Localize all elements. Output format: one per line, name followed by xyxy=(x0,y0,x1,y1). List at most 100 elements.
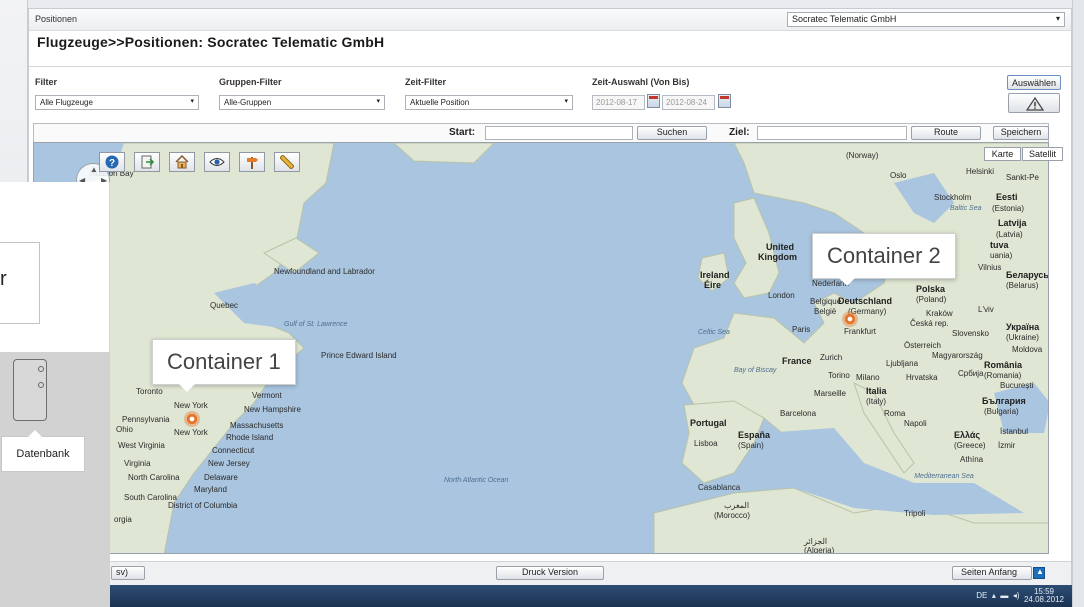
start-label: Start: xyxy=(449,127,476,138)
destination-label: Ziel: xyxy=(729,127,750,138)
map-label: İzmir xyxy=(998,441,1016,450)
home-button[interactable] xyxy=(169,152,195,172)
database-icon xyxy=(13,359,47,421)
map-label: (Spain) xyxy=(738,441,764,450)
map-toolbar: ? xyxy=(99,152,300,174)
time-range-label: Zeit-Auswahl (Von Bis) xyxy=(592,77,690,87)
group-filter-select[interactable]: Alle-Gruppen ▾ xyxy=(219,95,385,110)
help-icon: ? xyxy=(105,155,119,169)
save-button[interactable]: Speichern xyxy=(993,126,1049,140)
map-label: Lisboa xyxy=(694,439,718,448)
map-label: Србија xyxy=(958,369,984,378)
container-1-marker[interactable] xyxy=(184,411,200,427)
destination-input[interactable] xyxy=(757,126,907,140)
status-bar: sv) Druck Version Seiten Anfang ▲ xyxy=(29,561,1071,585)
filter-select-value: Alle Flugzeuge xyxy=(40,98,93,107)
overlay-box-text: r xyxy=(0,268,7,290)
map-label: Prince Edward Island xyxy=(321,351,397,360)
map-label: (Poland) xyxy=(916,295,947,304)
clock[interactable]: 15:59 24.08.2012 xyxy=(1024,588,1064,604)
container-2-marker[interactable] xyxy=(842,311,858,327)
search-button[interactable]: Suchen xyxy=(637,126,707,140)
time-filter-select[interactable]: Aktuelle Position ▾ xyxy=(405,95,573,110)
network-icon[interactable]: ▬ xyxy=(1000,591,1010,600)
map-label: Connecticut xyxy=(212,446,255,455)
clock-date: 24.08.2012 xyxy=(1023,595,1064,604)
calendar-icon[interactable] xyxy=(718,94,731,108)
map-label: New Hampshire xyxy=(244,405,301,414)
right-scrollbar[interactable] xyxy=(1072,0,1084,607)
title-bar: Positionen Socratec Telematic GmbH ▾ xyxy=(29,9,1071,31)
export-button[interactable] xyxy=(134,152,160,172)
volume-icon[interactable]: ◂) xyxy=(1013,591,1022,600)
page-top-button[interactable]: Seiten Anfang xyxy=(952,566,1032,580)
time-filter-value: Aktuelle Position xyxy=(410,98,470,107)
page-title: Flugzeuge>>Positionen: Socratec Telemati… xyxy=(37,34,385,50)
map-label: L'viv xyxy=(978,305,994,314)
map-label: (Algeria) xyxy=(804,546,835,554)
map-label: tuva xyxy=(990,240,1009,250)
map-label: Newfoundland and Labrador xyxy=(274,267,375,276)
map-label: Marseille xyxy=(814,389,847,398)
map-label: Quebec xyxy=(210,301,239,310)
filter-label: Filter xyxy=(35,77,58,87)
ruler-button[interactable] xyxy=(274,152,300,172)
route-button[interactable]: Route xyxy=(911,126,981,140)
map-label: Österreich xyxy=(904,341,941,350)
map-label: New York xyxy=(174,428,208,437)
map-label: Celtic Sea xyxy=(698,329,730,336)
view-button[interactable] xyxy=(204,152,230,172)
start-input[interactable] xyxy=(485,126,633,140)
system-tray: DE ▴ ▬ ◂) 15:59 24.08.2012 xyxy=(976,588,1064,604)
map-label: España xyxy=(738,430,771,440)
arrow-up-icon[interactable]: ▲ xyxy=(1033,567,1045,579)
map-label: Deutschland xyxy=(838,296,893,306)
csv-button[interactable]: sv) xyxy=(111,566,145,580)
date-from-input[interactable]: 2012-08-17 xyxy=(592,95,645,110)
company-select[interactable]: Socratec Telematic GmbH ▾ xyxy=(787,12,1065,27)
date-to-input[interactable]: 2012-08-24 xyxy=(662,95,715,110)
map-label: (Ukraine) xyxy=(1006,333,1039,342)
map-label: Baltic Sea xyxy=(950,205,982,212)
map-type-satellite[interactable]: Satellit xyxy=(1022,147,1063,161)
map-label: (Morocco) xyxy=(714,511,751,520)
map-label: Polska xyxy=(916,284,946,294)
chevron-up-icon[interactable]: ▴ xyxy=(990,591,998,600)
overlay-upper: r xyxy=(0,182,110,352)
map-label: Stockholm xyxy=(934,193,972,202)
map-label: North Carolina xyxy=(128,473,180,482)
print-version-button[interactable]: Druck Version xyxy=(496,566,604,580)
arrow-up-icon[interactable]: ▲ xyxy=(90,165,98,174)
map-label: Vilnius xyxy=(978,263,1002,272)
language-indicator[interactable]: DE xyxy=(976,591,987,600)
export-icon xyxy=(141,155,154,169)
map-label: Ljubljana xyxy=(886,359,919,368)
map-label: (Romania) xyxy=(984,371,1022,380)
filter-select[interactable]: Alle Flugzeuge ▾ xyxy=(35,95,199,110)
map-label: Mediterranean Sea xyxy=(914,473,974,480)
container-2-callout: Container 2 xyxy=(812,233,956,286)
warning-icon xyxy=(1026,97,1044,111)
map-label: Rhode Island xyxy=(226,433,274,442)
map-label: uania) xyxy=(990,251,1013,260)
chevron-down-icon: ▾ xyxy=(1055,14,1060,23)
map-label: District of Columbia xyxy=(168,501,238,510)
time-filter-label: Zeit-Filter xyxy=(405,77,447,87)
map-label: الجزائر xyxy=(804,537,828,546)
map-label: (Latvia) xyxy=(996,230,1023,239)
calendar-icon[interactable] xyxy=(647,94,660,108)
map-label: Україна xyxy=(1006,322,1040,332)
map-type-map[interactable]: Karte xyxy=(984,147,1021,161)
select-button[interactable]: Auswählen xyxy=(1007,75,1061,90)
help-button[interactable]: ? xyxy=(99,152,125,172)
map-label: (Estonia) xyxy=(992,204,1025,213)
group-filter-label: Gruppen-Filter xyxy=(219,77,282,87)
map-label: Latvija xyxy=(998,218,1027,228)
map-label: İstanbul xyxy=(1000,427,1029,436)
signpost-button[interactable] xyxy=(239,152,265,172)
map-label: Беларусь xyxy=(1006,270,1049,280)
container-1-callout: Container 1 xyxy=(152,339,296,392)
warning-button[interactable] xyxy=(1008,93,1060,113)
map-view[interactable]: Hudson Bay Newfoundland and Labrador Que… xyxy=(33,142,1049,554)
map-label: België xyxy=(814,307,837,316)
